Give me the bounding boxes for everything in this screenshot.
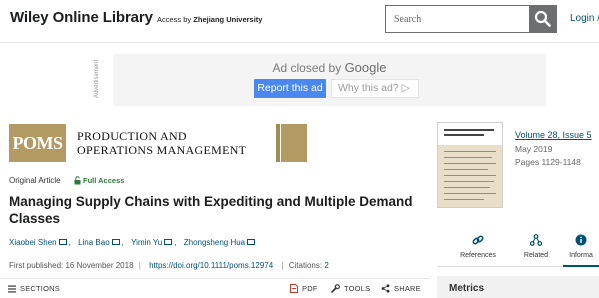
ad-closed-message: Ad closed by Google bbox=[272, 60, 387, 75]
link-icon bbox=[472, 235, 484, 245]
article-type: Original Article bbox=[9, 176, 61, 185]
search-button[interactable] bbox=[529, 6, 556, 32]
journal-logo: POMS bbox=[9, 124, 66, 162]
banner-divider bbox=[276, 124, 280, 162]
article-toolbar: SECTIONS PDF TOOLS SHARE bbox=[0, 278, 430, 298]
google-wordmark: Google bbox=[344, 60, 387, 75]
share-icon bbox=[381, 284, 390, 293]
rail-tabs: References Related Informa bbox=[437, 227, 599, 267]
author-link[interactable]: Lina Bao bbox=[78, 238, 120, 247]
email-icon[interactable] bbox=[247, 239, 256, 245]
tab-information[interactable]: Informa bbox=[563, 227, 599, 267]
tab-related[interactable]: Related bbox=[509, 227, 563, 267]
author-link[interactable]: Zhongsheng Hua bbox=[184, 238, 256, 247]
banner-block bbox=[281, 124, 307, 162]
email-icon[interactable] bbox=[164, 239, 173, 245]
site-logo[interactable]: Wiley Online Library bbox=[10, 9, 153, 26]
issue-link[interactable]: Volume 28, Issue 5 bbox=[515, 130, 592, 140]
info-icon bbox=[575, 234, 587, 246]
article-title: Managing Supply Chains with Expediting a… bbox=[9, 194, 413, 226]
email-icon[interactable] bbox=[111, 239, 120, 245]
author-link[interactable]: Xiaobei Shen bbox=[9, 238, 67, 247]
advertisement-label: Advertisement bbox=[94, 59, 101, 99]
author-list: Xiaobei Shen, Lina Bao, Yimin Yu, Zhongs… bbox=[9, 238, 257, 247]
report-ad-button[interactable]: Report this ad bbox=[254, 79, 326, 98]
why-this-ad-button[interactable]: Why this ad? ▷ bbox=[331, 79, 419, 98]
institution-access: Access by Zhejiang University bbox=[157, 15, 262, 24]
metrics-panel-header[interactable]: Metrics bbox=[437, 276, 599, 298]
issue-date: May 2019 bbox=[515, 144, 553, 154]
doi-link[interactable]: https://doi.org/10.1111/poms.12974 bbox=[149, 261, 273, 270]
citations-label: Citations: bbox=[288, 261, 323, 270]
pdf-button[interactable]: PDF bbox=[290, 284, 318, 293]
institution-name: Zhejiang University bbox=[193, 15, 263, 24]
tools-button[interactable]: TOOLS bbox=[331, 284, 370, 293]
author-link[interactable]: Yimin Yu bbox=[131, 238, 173, 247]
search-icon bbox=[534, 10, 551, 27]
share-button[interactable]: SHARE bbox=[381, 284, 421, 293]
first-published-date: 16 November 2018 bbox=[65, 261, 134, 270]
sections-icon bbox=[8, 285, 16, 293]
access-badge: Full Access bbox=[83, 176, 125, 185]
issue-pages: Pages 1129-1148 bbox=[515, 157, 581, 167]
wrench-icon bbox=[331, 284, 340, 293]
publication-info: First published: 16 November 2018 | http… bbox=[9, 261, 329, 270]
journal-banner[interactable]: POMS PRODUCTION AND OPERATIONS MANAGEMEN… bbox=[9, 124, 307, 162]
tab-references[interactable]: References bbox=[451, 227, 505, 267]
journal-title: PRODUCTION AND OPERATIONS MANAGEMENT bbox=[77, 129, 247, 157]
sections-button[interactable]: SECTIONS bbox=[8, 284, 60, 293]
search-box bbox=[385, 5, 557, 33]
journal-cover[interactable] bbox=[437, 122, 503, 208]
site-header: Wiley Online Library Access by Zhejiang … bbox=[0, 0, 599, 43]
pdf-icon bbox=[290, 284, 298, 293]
ad-closed-panel: Ad closed by Google Report this ad Why t… bbox=[113, 54, 546, 106]
open-lock-icon bbox=[74, 176, 81, 185]
email-icon[interactable] bbox=[58, 239, 67, 245]
first-published-label: First published: bbox=[9, 261, 64, 270]
login-link[interactable]: Login / bbox=[570, 13, 599, 24]
citations-count[interactable]: 2 bbox=[324, 261, 328, 270]
access-prefix: Access by bbox=[157, 15, 192, 24]
search-input[interactable] bbox=[386, 6, 530, 32]
network-icon bbox=[530, 234, 542, 246]
